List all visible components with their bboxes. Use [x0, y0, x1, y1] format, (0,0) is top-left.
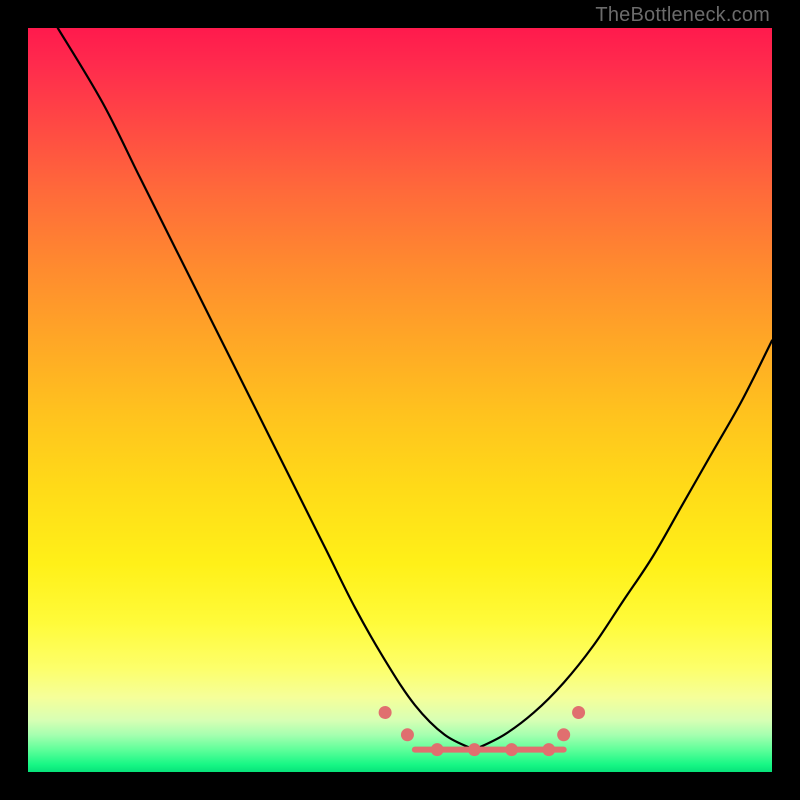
valley-marker — [505, 743, 518, 756]
valley-marker — [431, 743, 444, 756]
chart-svg — [28, 28, 772, 772]
valley-marker — [379, 706, 392, 719]
valley-marker — [542, 743, 555, 756]
valley-marker — [401, 728, 414, 741]
series-right-curve — [474, 340, 772, 749]
series-left-curve — [58, 28, 475, 750]
curve-layer — [58, 28, 772, 750]
valley-marker — [557, 728, 570, 741]
plot-area — [28, 28, 772, 772]
valley-marker — [572, 706, 585, 719]
outer-frame: TheBottleneck.com — [0, 0, 800, 800]
valley-marker — [468, 743, 481, 756]
watermark-text: TheBottleneck.com — [595, 4, 770, 27]
